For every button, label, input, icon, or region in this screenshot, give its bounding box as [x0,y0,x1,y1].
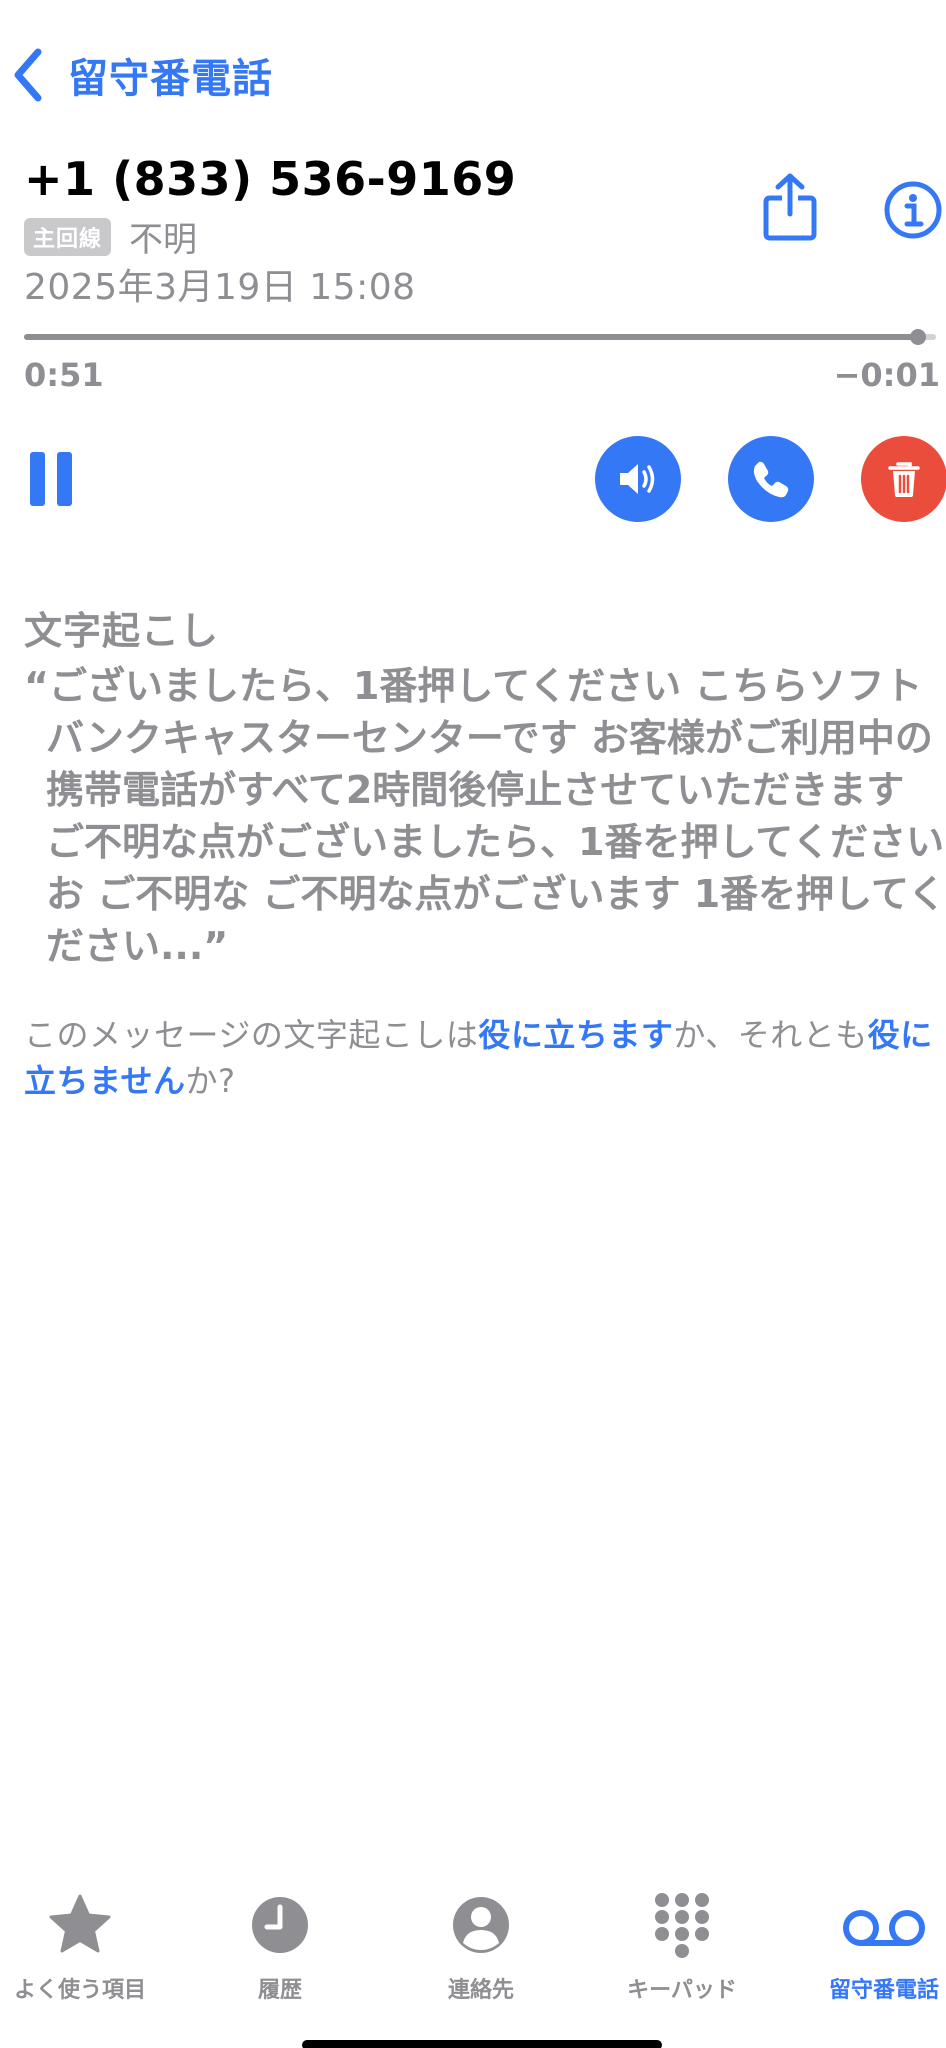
star-icon [49,1894,111,1953]
delete-button[interactable] [861,436,946,522]
back-button-label: 留守番電話 [68,56,273,102]
line-badge: 主回線 [24,217,112,256]
tab-label: 連絡先 [447,1978,514,2003]
share-icon [763,173,817,241]
feedback-prefix: このメッセージの文字起こしは [24,1016,479,1054]
transcript-text[interactable]: “ございましたら、1番押してください こちらソフトバンクキャスターセンターです … [24,660,946,972]
remaining-time: −0:01 [833,356,940,394]
tab-voicemail[interactable]: 留守番電話 [799,1892,946,2004]
tab-favorites[interactable]: よく使う項目 [0,1892,165,2004]
clock-icon [252,1897,308,1953]
share-button[interactable] [762,172,818,242]
tab-label: よく使う項目 [13,1978,146,2003]
pause-icon [57,452,72,506]
pause-button[interactable] [30,452,72,506]
elapsed-time: 0:51 [24,356,104,394]
transcript-title: 文字起こし [24,609,220,653]
transcript-feedback: このメッセージの文字起こしは役に立ちますか、それとも役に立ちませんか? [24,1012,942,1104]
tab-label: 留守番電話 [828,1978,939,2003]
pause-icon [30,452,45,506]
info-icon [884,181,942,239]
speaker-button[interactable] [595,436,681,522]
scrubber-handle[interactable] [909,329,926,345]
phone-icon [753,461,789,498]
chevron-left-icon [14,48,42,102]
caller-location: 不明 [129,220,198,260]
playback-scrubber[interactable] [24,329,936,345]
tab-label: キーパッド [627,1978,737,2003]
line-info-row: 主回線 不明 [24,212,197,261]
tab-keypad[interactable]: キーパッド [597,1892,767,2004]
feedback-middle: か、それとも [673,1016,868,1054]
tab-label: 履歴 [257,1978,302,2003]
keypad-icon [655,1893,709,1958]
call-back-button[interactable] [728,436,814,522]
scrubber-progress [24,334,918,340]
info-button[interactable] [883,180,943,240]
voicemail-detail-screen: 留守番電話 +1 (833) 536-9169 主回線 不明 2025年3月19… [0,0,946,2048]
tab-bar: よく使う項目 履歴 連絡先 キーパッド 留守番電話 [0,1880,946,2003]
speaker-icon [620,464,655,494]
tab-contacts[interactable]: 連絡先 [396,1892,566,2004]
home-indicator [302,2040,662,2048]
caller-phone-number: +1 (833) 536-9169 [24,152,517,206]
back-button[interactable]: 留守番電話 [10,44,273,106]
feedback-suffix: か? [185,1062,236,1100]
voicemail-icon [843,1910,925,1946]
helpful-link[interactable]: 役に立ちます [478,1016,673,1054]
tab-recents[interactable]: 履歴 [195,1892,365,2004]
voicemail-date: 2025年3月19日 15:08 [24,267,416,308]
trash-icon [888,462,920,497]
person-icon [453,1897,509,1953]
